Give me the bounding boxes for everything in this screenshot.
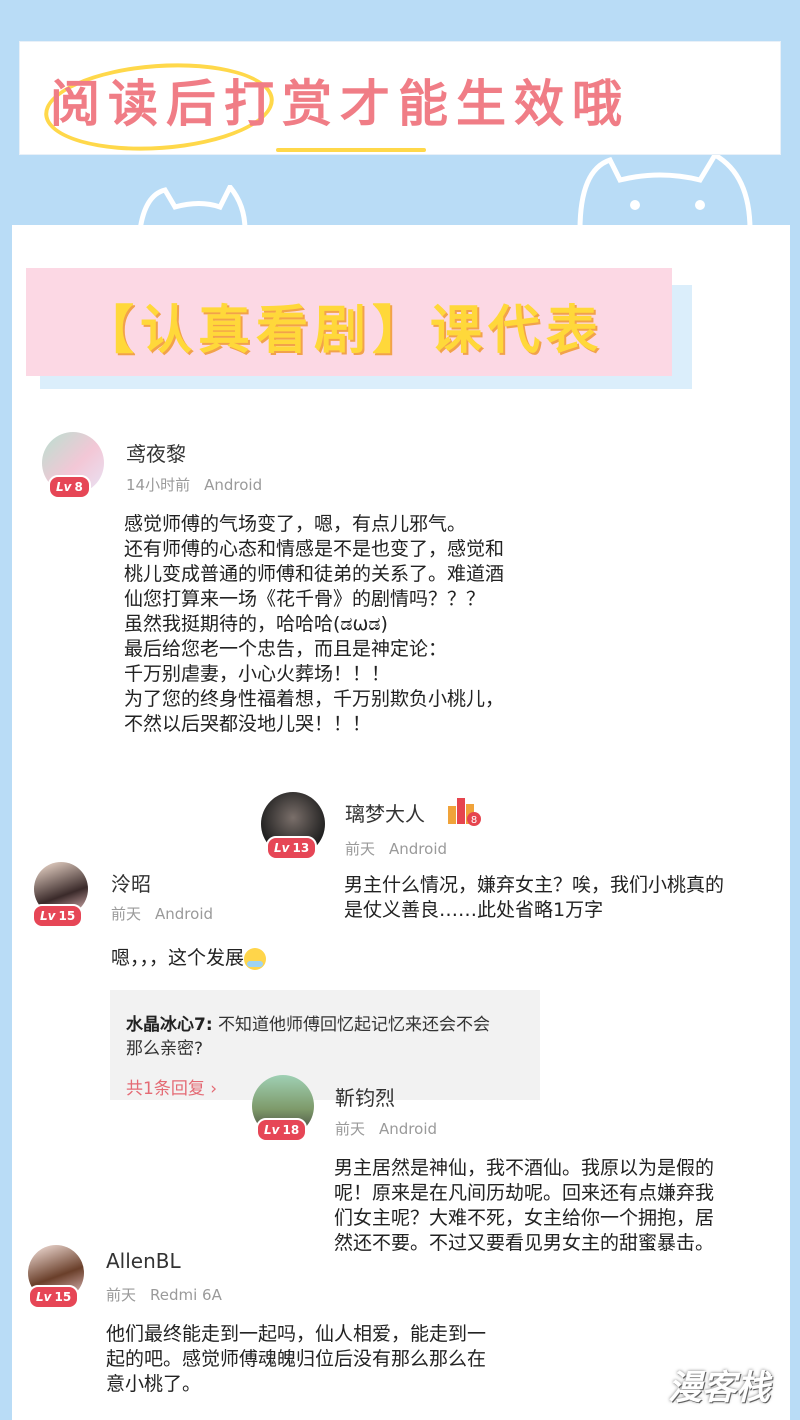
commenter-name[interactable]: 鸢夜黎 (126, 438, 186, 467)
comment-meta: 前天 Android (345, 840, 448, 858)
cat-doodle-decoration (137, 185, 248, 230)
ranking-badge-number: 8 (471, 815, 477, 826)
comment-meta: 14小时前 Android (126, 476, 263, 494)
site-watermark-logo: 漫客栈 (668, 1368, 770, 1408)
commenter-name[interactable]: 靳钧烈 (335, 1082, 395, 1111)
banner-title: 阅读后打赏才能生效哦 (50, 75, 630, 133)
reply-text: 那么亲密? (126, 1039, 204, 1059)
view-replies-link[interactable]: 共1条回复 › (126, 1074, 217, 1099)
level-badge: Lv 15 (28, 1285, 80, 1309)
level-badge: Lv 18 (256, 1118, 308, 1142)
comment-text: 他们最终能走到一起吗，仙人相爱，能走到一 起的吧。感觉师傅魂魄归位后没有那么那么… (106, 1323, 487, 1395)
comment-meta: 前天 Android (111, 905, 214, 923)
comment-text: 嗯，，，这个发展 (111, 946, 267, 971)
ranking-badge-icon: 8 (448, 798, 481, 826)
comment-meta: 前天 Android (335, 1120, 438, 1138)
highlight-underline (276, 148, 426, 152)
comment-text: 感觉师傅的气场变了，嗯，有点儿邪气。 还有师傅的心态和情感是不是也变了，感觉和 … (124, 513, 505, 735)
level-badge: Lv 15 (32, 904, 84, 928)
tag-label: 【认真看剧】课代表 (82, 301, 605, 361)
representative-tag: 【认真看剧】课代表 (26, 268, 672, 376)
commenter-name[interactable]: AllenBL (106, 1249, 181, 1273)
comment-text: 男主什么情况，嫌弃女主？唉，我们小桃真的 是仗义善良……此处省略1万字 (344, 874, 725, 921)
level-badge: Lv 8 (48, 475, 91, 499)
reward-reminder-banner: 阅读后打赏才能生效哦 (20, 42, 780, 158)
comment-meta: 前天 Redmi 6A (106, 1286, 222, 1304)
level-badge: Lv 13 (266, 836, 318, 860)
reply-preview[interactable]: 水晶冰心7: 不知道他师傅回忆起记忆来还会不会 那么亲密? 共1条回复 › (110, 990, 540, 1100)
comment-text: 男主居然是神仙，我不酒仙。我原以为是假的 呢！原来是在凡间历劫呢。回来还有点嫌弃… (334, 1157, 715, 1254)
reply-text: 不知道他师傅回忆起记忆来还会不会 (218, 1015, 491, 1035)
cloud-emoji-icon (244, 947, 267, 970)
cat-doodle-decoration (577, 151, 753, 230)
commenter-name[interactable]: 璃梦大人 (345, 798, 425, 827)
reply-author[interactable]: 水晶冰心7: (126, 1015, 213, 1035)
commenter-name[interactable]: 泠昭 (111, 868, 151, 897)
